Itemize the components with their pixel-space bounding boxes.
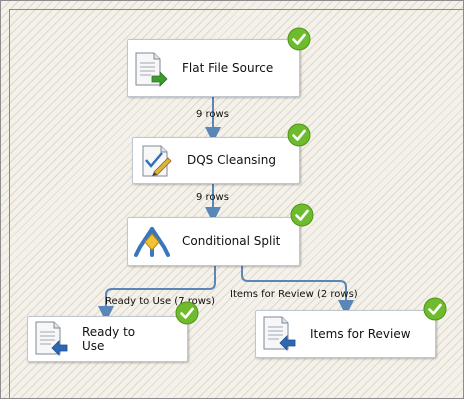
success-check-icon [423,297,447,321]
destination-icon [263,316,296,351]
flow-label-cleansing-to-split[interactable]: 9 rows [196,192,229,203]
conditional-split-task[interactable]: Conditional Split [127,217,300,266]
ready-to-use-destination[interactable]: Ready to Use [27,316,188,362]
success-check-icon [290,203,314,227]
flat-file-source-task[interactable]: Flat File Source [127,39,300,97]
dqs-cleansing-task[interactable]: DQS Cleansing [132,137,300,184]
dqs-cleansing-label: DQS Cleansing [187,153,276,167]
flat-file-source-label: Flat File Source [182,61,274,75]
conditional-split-label: Conditional Split [182,234,281,248]
flat-file-source-icon [135,52,168,87]
destination-icon [35,321,68,356]
success-check-icon [287,27,311,51]
conditional-split-icon [134,227,170,257]
flow-label-source-to-cleansing[interactable]: 9 rows [196,109,229,120]
ready-to-use-label: Ready to Use [82,325,136,353]
items-for-review-destination[interactable]: Items for Review [255,310,436,358]
success-check-icon [175,301,199,325]
data-flow-canvas[interactable]: Flat File Source DQS Cleansing Condition… [0,0,464,399]
dqs-cleansing-icon [142,145,172,177]
items-for-review-label: Items for Review [310,327,411,341]
success-check-icon [287,123,311,147]
flow-label-split-to-review[interactable]: Items for Review (2 rows) [230,289,358,300]
connector-split-to-review[interactable] [241,264,354,316]
